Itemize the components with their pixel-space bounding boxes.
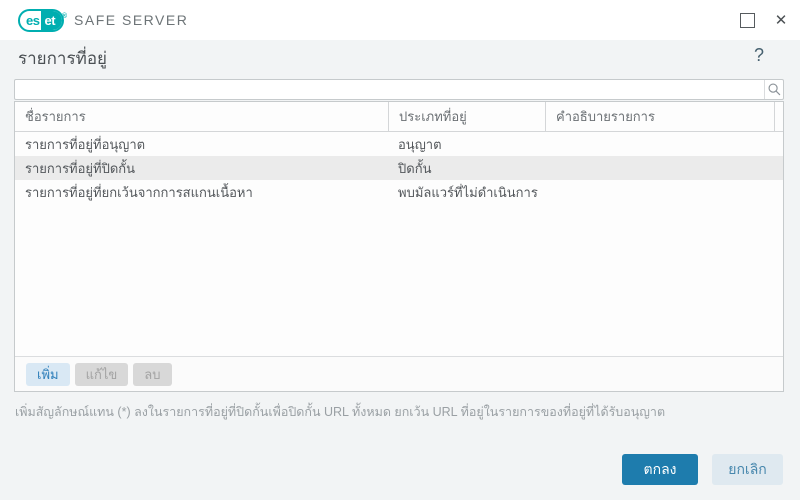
row-description: [545, 132, 774, 156]
search-icon-button[interactable]: [764, 80, 783, 99]
product-name: SAFE SERVER: [74, 12, 189, 28]
table-action-bar: เพิ่ม แก้ไข ลบ: [15, 356, 783, 391]
table-header: ชื่อรายการ ประเภทที่อยู่ คำอธิบายรายการ: [15, 102, 783, 132]
row-type: พบมัลแวร์ที่ไม่ดำเนินการ: [398, 184, 538, 200]
column-header-description[interactable]: คำอธิบายรายการ: [545, 102, 774, 131]
table-row[interactable]: รายการที่อยู่ที่อนุญาต อนุญาต: [15, 132, 783, 156]
row-name: รายการที่อยู่ที่ยกเว้นจากการสแกนเนื้อหา: [25, 184, 253, 200]
table-row[interactable]: รายการที่อยู่ที่ยกเว้นจากการสแกนเนื้อหา …: [15, 180, 783, 204]
ok-button[interactable]: ตกลง: [622, 454, 698, 485]
delete-button: ลบ: [133, 362, 172, 386]
wildcard-note: เพิ่มสัญลักษณ์แทน (*) ลงในรายการที่อยู่ท…: [15, 405, 666, 419]
page-title: รายการที่อยู่: [18, 49, 107, 68]
add-button[interactable]: เพิ่ม: [26, 362, 70, 386]
eset-logo-right: et: [41, 10, 63, 30]
help-icon[interactable]: ?: [754, 45, 764, 66]
eset-logo-left: es: [26, 12, 40, 28]
row-description: [545, 180, 774, 204]
address-list-table: ชื่อรายการ ประเภทที่อยู่ คำอธิบายรายการ …: [14, 101, 784, 392]
row-name: รายการที่อยู่ที่ปิดกั้น: [25, 160, 136, 176]
content-area: รายการที่อยู่ ? ชื่อรายการ ประเภทที่อยู่…: [0, 40, 800, 500]
brand: es et ® SAFE SERVER: [18, 8, 189, 32]
column-header-type[interactable]: ประเภทที่อยู่: [388, 102, 545, 131]
eset-logo: es et ®: [18, 8, 68, 32]
maximize-icon: [739, 12, 755, 28]
dialog-button-row: ตกลง ยกเลิก: [0, 454, 800, 486]
row-description: [545, 156, 774, 180]
table-header-stub: [774, 102, 783, 131]
close-button[interactable]: ✕: [766, 5, 796, 35]
search-input[interactable]: [15, 80, 764, 99]
row-type: ปิดกั้น: [398, 160, 432, 176]
cancel-button[interactable]: ยกเลิก: [712, 454, 783, 485]
titlebar: es et ® SAFE SERVER ✕: [0, 0, 800, 40]
window-controls: ✕: [732, 0, 800, 40]
table-row-selected[interactable]: รายการที่อยู่ที่ปิดกั้น ปิดกั้น: [15, 156, 783, 180]
close-icon: ✕: [774, 11, 788, 29]
search-box: [14, 79, 784, 100]
column-header-name[interactable]: ชื่อรายการ: [15, 102, 388, 131]
row-name: รายการที่อยู่ที่อนุญาต: [25, 136, 146, 152]
row-type: อนุญาต: [398, 136, 442, 152]
registered-mark-icon: ®: [61, 12, 68, 20]
eset-window: es et ® SAFE SERVER ✕ รายการที่อยู่ ? ชื…: [0, 0, 800, 500]
edit-button: แก้ไข: [74, 362, 129, 386]
search-icon: [767, 83, 780, 96]
maximize-button[interactable]: [732, 5, 762, 35]
